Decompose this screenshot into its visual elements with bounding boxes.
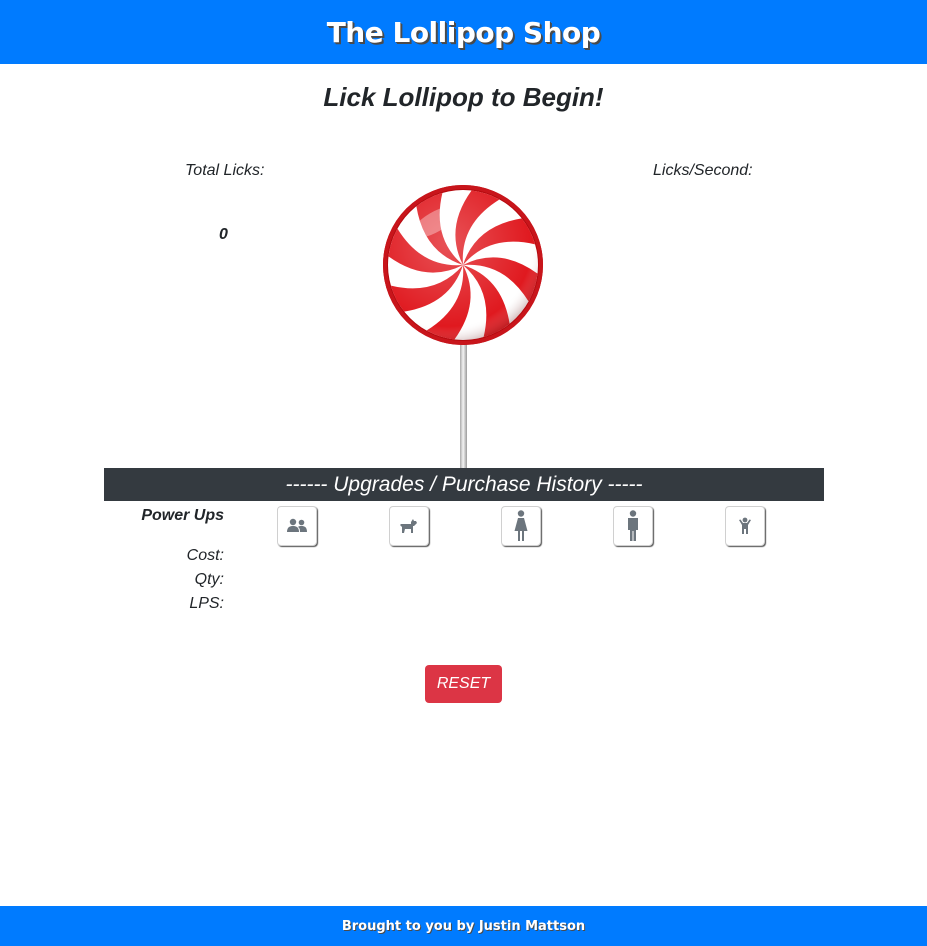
child-icon xyxy=(739,517,751,534)
upgrades-title: ------ Upgrades / Purchase History ----- xyxy=(285,472,643,496)
lollipop-icon xyxy=(383,185,543,472)
powerup-male-button[interactable] xyxy=(613,506,653,546)
site-footer: Brought to you by Justin Mattson xyxy=(0,906,927,946)
total-licks-label: Total Licks: xyxy=(185,162,265,179)
qty-label: Qty: xyxy=(194,571,224,588)
page-subtitle: Lick Lollipop to Begin! xyxy=(323,82,604,112)
dog-icon xyxy=(400,519,417,533)
cost-label: Cost: xyxy=(186,547,224,564)
users-icon xyxy=(287,518,307,532)
powerup-child-button[interactable] xyxy=(725,506,765,546)
lps-label: LPS: xyxy=(189,595,224,612)
footer-credit: Brought to you by Justin Mattson xyxy=(341,918,586,934)
site-header: The Lollipop Shop xyxy=(0,0,927,64)
powerup-female-button[interactable] xyxy=(501,506,541,546)
licks-per-second-label: Licks/Second: xyxy=(653,162,753,179)
total-licks-value: 0 xyxy=(219,226,228,243)
reset-button[interactable]: RESET xyxy=(425,665,502,703)
power-ups-label: Power Ups xyxy=(141,507,224,524)
male-icon xyxy=(628,510,638,541)
powerup-dog-button[interactable] xyxy=(389,506,429,546)
lollipop-button[interactable] xyxy=(380,182,546,472)
site-title: The Lollipop Shop xyxy=(326,15,601,49)
female-icon xyxy=(514,510,528,541)
upgrades-section-header: ------ Upgrades / Purchase History ----- xyxy=(104,468,824,501)
powerup-users-button[interactable] xyxy=(277,506,317,546)
